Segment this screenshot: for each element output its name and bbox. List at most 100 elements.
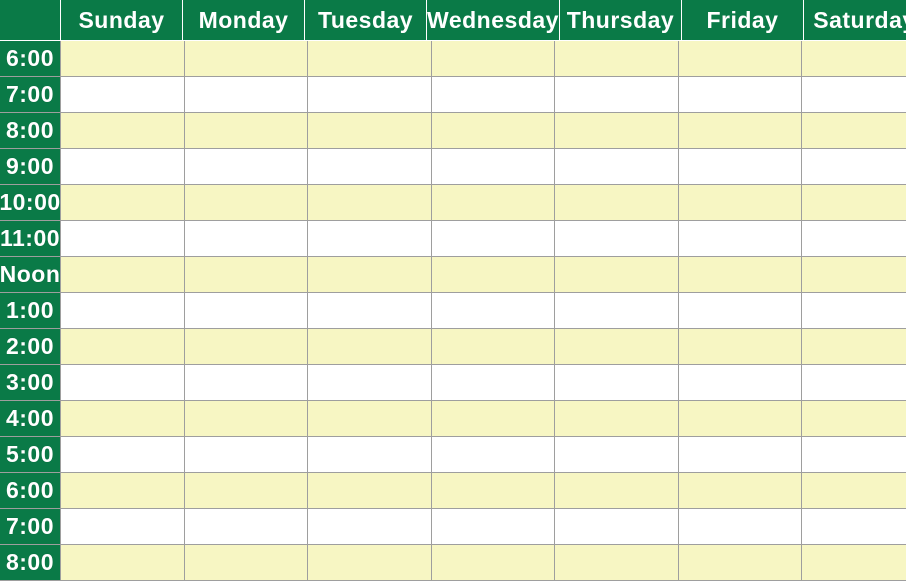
schedule-cell[interactable]: [555, 149, 679, 184]
schedule-cell[interactable]: [185, 113, 309, 148]
schedule-cell[interactable]: [61, 473, 185, 508]
schedule-cell[interactable]: [802, 437, 906, 472]
schedule-cell[interactable]: [61, 185, 185, 220]
schedule-cell[interactable]: [802, 401, 906, 436]
schedule-cell[interactable]: [802, 473, 906, 508]
schedule-cell[interactable]: [61, 545, 185, 580]
schedule-cell[interactable]: [432, 329, 556, 364]
schedule-cell[interactable]: [679, 149, 803, 184]
schedule-cell[interactable]: [679, 293, 803, 328]
schedule-cell[interactable]: [308, 509, 432, 544]
schedule-cell[interactable]: [61, 437, 185, 472]
schedule-cell[interactable]: [432, 473, 556, 508]
schedule-cell[interactable]: [308, 293, 432, 328]
schedule-cell[interactable]: [308, 545, 432, 580]
schedule-cell[interactable]: [432, 437, 556, 472]
schedule-cell[interactable]: [61, 365, 185, 400]
schedule-cell[interactable]: [432, 185, 556, 220]
schedule-cell[interactable]: [679, 545, 803, 580]
schedule-cell[interactable]: [308, 113, 432, 148]
schedule-cell[interactable]: [308, 185, 432, 220]
schedule-cell[interactable]: [185, 77, 309, 112]
schedule-cell[interactable]: [802, 293, 906, 328]
schedule-cell[interactable]: [185, 365, 309, 400]
schedule-cell[interactable]: [555, 185, 679, 220]
schedule-cell[interactable]: [61, 257, 185, 292]
schedule-cell[interactable]: [432, 221, 556, 256]
schedule-cell[interactable]: [61, 401, 185, 436]
schedule-cell[interactable]: [802, 221, 906, 256]
schedule-cell[interactable]: [432, 545, 556, 580]
schedule-cell[interactable]: [308, 329, 432, 364]
schedule-cell[interactable]: [308, 473, 432, 508]
schedule-cell[interactable]: [308, 41, 432, 76]
schedule-cell[interactable]: [555, 437, 679, 472]
schedule-cell[interactable]: [679, 329, 803, 364]
schedule-cell[interactable]: [432, 41, 556, 76]
schedule-cell[interactable]: [555, 365, 679, 400]
schedule-cell[interactable]: [555, 293, 679, 328]
schedule-cell[interactable]: [679, 401, 803, 436]
schedule-cell[interactable]: [679, 365, 803, 400]
schedule-cell[interactable]: [61, 77, 185, 112]
schedule-cell[interactable]: [432, 77, 556, 112]
schedule-cell[interactable]: [432, 365, 556, 400]
schedule-cell[interactable]: [802, 545, 906, 580]
schedule-cell[interactable]: [555, 77, 679, 112]
schedule-cell[interactable]: [308, 257, 432, 292]
schedule-cell[interactable]: [61, 293, 185, 328]
schedule-cell[interactable]: [432, 401, 556, 436]
schedule-cell[interactable]: [185, 545, 309, 580]
schedule-cell[interactable]: [679, 509, 803, 544]
schedule-cell[interactable]: [679, 257, 803, 292]
schedule-cell[interactable]: [555, 473, 679, 508]
schedule-cell[interactable]: [555, 509, 679, 544]
schedule-cell[interactable]: [185, 257, 309, 292]
schedule-cell[interactable]: [802, 365, 906, 400]
schedule-cell[interactable]: [61, 149, 185, 184]
schedule-cell[interactable]: [555, 221, 679, 256]
schedule-cell[interactable]: [308, 401, 432, 436]
schedule-cell[interactable]: [432, 293, 556, 328]
schedule-cell[interactable]: [679, 77, 803, 112]
schedule-cell[interactable]: [185, 221, 309, 256]
schedule-cell[interactable]: [308, 221, 432, 256]
schedule-cell[interactable]: [555, 545, 679, 580]
schedule-cell[interactable]: [185, 293, 309, 328]
schedule-cell[interactable]: [185, 401, 309, 436]
schedule-cell[interactable]: [802, 77, 906, 112]
schedule-cell[interactable]: [61, 41, 185, 76]
schedule-cell[interactable]: [308, 149, 432, 184]
schedule-cell[interactable]: [802, 329, 906, 364]
schedule-cell[interactable]: [679, 113, 803, 148]
schedule-cell[interactable]: [555, 113, 679, 148]
schedule-cell[interactable]: [555, 329, 679, 364]
schedule-cell[interactable]: [308, 437, 432, 472]
schedule-cell[interactable]: [61, 113, 185, 148]
schedule-cell[interactable]: [679, 437, 803, 472]
schedule-cell[interactable]: [802, 185, 906, 220]
schedule-cell[interactable]: [802, 509, 906, 544]
schedule-cell[interactable]: [679, 185, 803, 220]
schedule-cell[interactable]: [802, 257, 906, 292]
schedule-cell[interactable]: [185, 509, 309, 544]
schedule-cell[interactable]: [185, 473, 309, 508]
schedule-cell[interactable]: [679, 473, 803, 508]
schedule-cell[interactable]: [555, 401, 679, 436]
schedule-cell[interactable]: [185, 41, 309, 76]
schedule-cell[interactable]: [802, 41, 906, 76]
schedule-cell[interactable]: [61, 329, 185, 364]
schedule-cell[interactable]: [308, 77, 432, 112]
schedule-cell[interactable]: [432, 113, 556, 148]
schedule-cell[interactable]: [432, 149, 556, 184]
schedule-cell[interactable]: [432, 257, 556, 292]
schedule-cell[interactable]: [185, 437, 309, 472]
schedule-cell[interactable]: [61, 509, 185, 544]
schedule-cell[interactable]: [61, 221, 185, 256]
schedule-cell[interactable]: [802, 149, 906, 184]
schedule-cell[interactable]: [555, 41, 679, 76]
schedule-cell[interactable]: [679, 41, 803, 76]
schedule-cell[interactable]: [555, 257, 679, 292]
schedule-cell[interactable]: [308, 365, 432, 400]
schedule-cell[interactable]: [432, 509, 556, 544]
